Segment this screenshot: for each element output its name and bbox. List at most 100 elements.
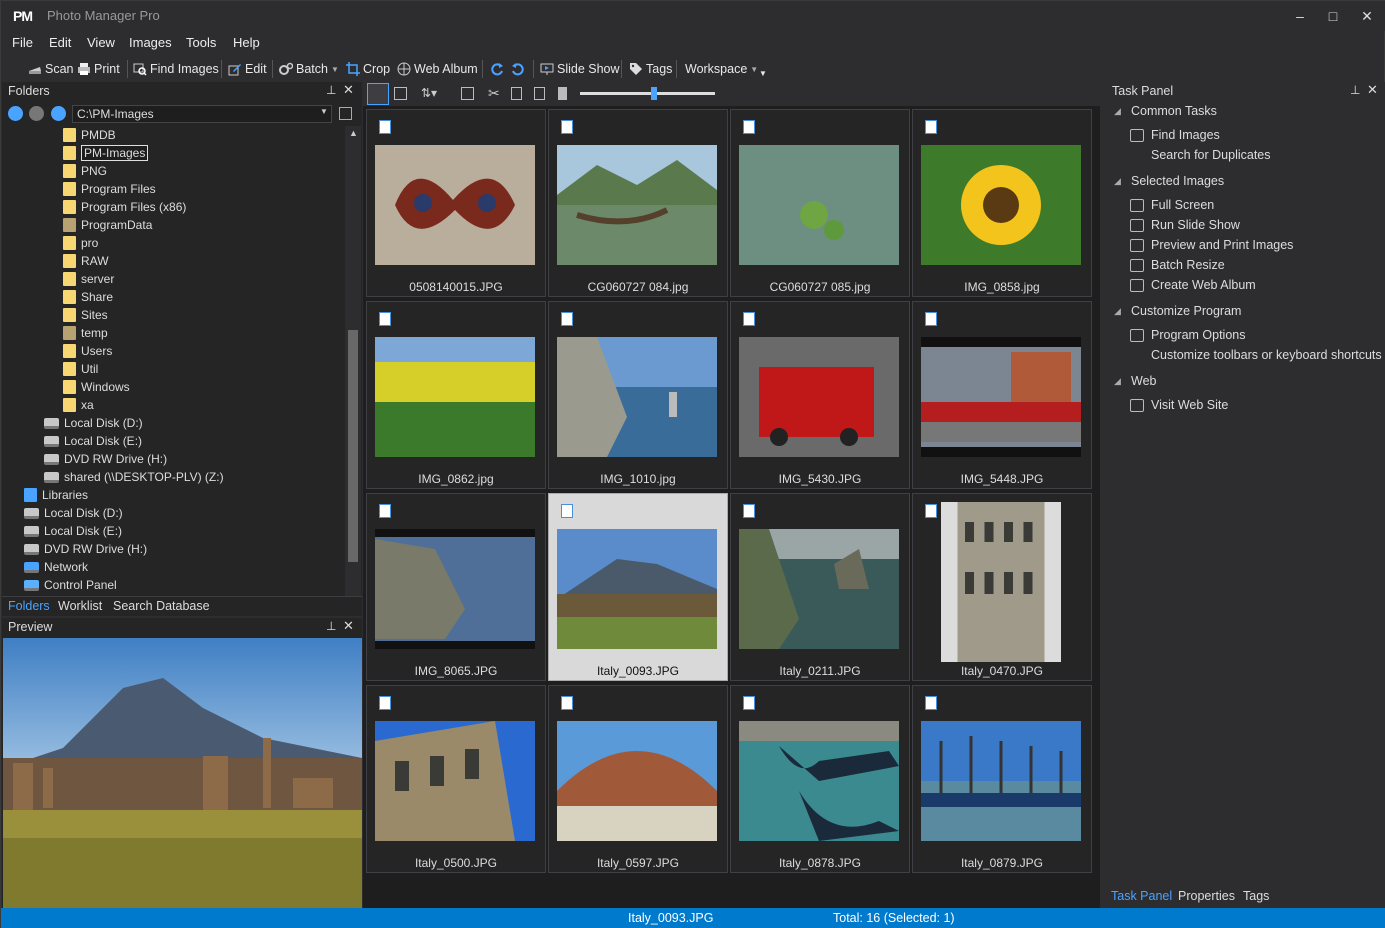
thumbnail-cell[interactable]: Italy_0093.JPG [548, 493, 728, 681]
menu-view[interactable]: View [87, 35, 115, 50]
tree-item[interactable]: Network [24, 558, 88, 576]
task-item[interactable]: Run Slide Show [1130, 218, 1240, 232]
tree-item[interactable]: Share [63, 288, 113, 306]
task-item[interactable]: Find Images [1130, 128, 1220, 142]
tab-folders[interactable]: Folders [8, 599, 50, 613]
tree-item[interactable]: Windows [63, 378, 130, 396]
tree-item[interactable]: DVD RW Drive (H:) [24, 540, 147, 558]
refresh-icon[interactable] [339, 107, 352, 120]
tree-item[interactable]: Local Disk (D:) [44, 414, 143, 432]
thumbnail-cell[interactable]: Italy_0878.JPG [730, 685, 910, 873]
preview-close-icon[interactable]: ✕ [343, 618, 354, 634]
tags-button[interactable]: Tags [629, 60, 672, 78]
tree-item[interactable]: pro [63, 234, 98, 252]
menu-edit[interactable]: Edit [49, 35, 71, 50]
thumbnail-cell[interactable]: CG060727 084.jpg [548, 109, 728, 297]
zoom-slider-thumb[interactable] [651, 87, 658, 100]
workspace-button[interactable]: Workspace ▼ [685, 60, 758, 78]
tree-item[interactable]: Control Panel [24, 576, 117, 594]
tree-item[interactable]: Users [63, 342, 112, 360]
thumbnail-cell[interactable]: IMG_5430.JPG [730, 301, 910, 489]
maximize-button[interactable]: □ [1318, 5, 1348, 27]
task-section-header[interactable]: ◢ Common Tasks [1114, 104, 1217, 118]
scrollbar-thumb[interactable] [348, 330, 358, 562]
path-input[interactable]: C:\PM-Images [72, 105, 332, 123]
task-item[interactable]: Create Web Album [1130, 278, 1256, 292]
task-section-header[interactable]: ◢ Customize Program [1114, 304, 1241, 318]
rotate-left-button[interactable] [490, 60, 504, 78]
tree-item[interactable]: ProgramData [63, 216, 152, 234]
menu-tools[interactable]: Tools [186, 35, 216, 50]
tree-item[interactable]: Libraries [24, 486, 88, 504]
tree-item[interactable]: PMDB [63, 126, 116, 144]
find-images-button[interactable]: Find Images [133, 60, 219, 78]
thumbnail-cell[interactable]: IMG_0862.jpg [366, 301, 546, 489]
tab-properties[interactable]: Properties [1178, 889, 1235, 903]
tree-item[interactable]: PM-Images [63, 144, 149, 162]
details-view-icon[interactable] [394, 87, 407, 100]
tree-scrollbar[interactable]: ▲ [345, 126, 361, 596]
task-item[interactable]: Full Screen [1130, 198, 1214, 212]
scroll-up-icon[interactable]: ▲ [349, 128, 358, 138]
print-button[interactable]: Print [77, 60, 120, 78]
task-section-header[interactable]: ◢ Web [1114, 374, 1156, 388]
thumbnail-cell[interactable]: IMG_0858.jpg [912, 109, 1092, 297]
cut-icon[interactable]: ✂ [488, 85, 500, 102]
tab-worklist[interactable]: Worklist [58, 599, 102, 613]
tab-tags[interactable]: Tags [1243, 889, 1269, 903]
thumbnail-cell[interactable]: IMG_5448.JPG [912, 301, 1092, 489]
thumbnail-cell[interactable]: Italy_0500.JPG [366, 685, 546, 873]
thumbnail-cell[interactable]: 0508140015.JPG [366, 109, 546, 297]
task-item[interactable]: Batch Resize [1130, 258, 1225, 272]
back-icon[interactable] [8, 106, 23, 121]
forward-icon[interactable] [29, 106, 44, 121]
paste-icon[interactable] [534, 87, 545, 100]
task-item[interactable]: Search for Duplicates [1130, 148, 1271, 162]
tree-item[interactable]: Util [63, 360, 98, 378]
sort-icon[interactable]: ⇅▾ [421, 86, 437, 100]
tree-item[interactable]: Local Disk (E:) [44, 432, 142, 450]
slide-show-button[interactable]: Slide Show [540, 60, 620, 78]
tree-item[interactable]: xa [63, 396, 94, 414]
scan-button[interactable]: Scan [28, 60, 74, 78]
pin-icon[interactable]: ⊥ [326, 83, 336, 97]
tab-search-database[interactable]: Search Database [113, 599, 210, 613]
close-panel-icon[interactable]: ✕ [343, 82, 354, 98]
menu-file[interactable]: File [12, 35, 33, 50]
thumbnail-view-icon[interactable] [367, 83, 389, 105]
batch-button[interactable]: Batch ▼ [279, 60, 339, 78]
task-item[interactable]: Customize toolbars or keyboard shortcuts [1130, 348, 1382, 362]
tree-item[interactable]: server [63, 270, 114, 288]
minimize-button[interactable]: – [1285, 5, 1315, 27]
tab-task-panel[interactable]: Task Panel [1111, 889, 1172, 903]
workspace-dropdown-icon[interactable]: ▼ [750, 65, 758, 74]
task-item[interactable]: Visit Web Site [1130, 398, 1228, 412]
tree-item[interactable]: RAW [63, 252, 109, 270]
collapse-triangle-icon[interactable]: ◢ [1114, 176, 1124, 187]
zoom-slider[interactable] [580, 87, 715, 100]
thumbnail-cell[interactable]: Italy_0597.JPG [548, 685, 728, 873]
tree-item[interactable]: shared (\\DESKTOP-PLV) (Z:) [44, 468, 224, 486]
menu-images[interactable]: Images [129, 35, 172, 50]
close-button[interactable]: ✕ [1352, 5, 1382, 27]
rotate-right-button[interactable] [511, 60, 525, 78]
tree-item[interactable]: temp [63, 324, 108, 342]
thumbnail-cell[interactable]: Italy_0211.JPG [730, 493, 910, 681]
delete-icon[interactable] [558, 87, 567, 100]
new-folder-icon[interactable] [461, 87, 474, 100]
tree-item[interactable]: Sites [63, 306, 108, 324]
thumbnail-cell[interactable]: Italy_0470.JPG [912, 493, 1092, 681]
task-section-header[interactable]: ◢ Selected Images [1114, 174, 1224, 188]
thumbnail-cell[interactable]: IMG_8065.JPG [366, 493, 546, 681]
path-dropdown-icon[interactable]: ▼ [320, 107, 328, 116]
tree-item[interactable]: DVD RW Drive (H:) [44, 450, 167, 468]
batch-dropdown-icon[interactable]: ▼ [331, 65, 339, 74]
thumbnail-cell[interactable]: CG060727 085.jpg [730, 109, 910, 297]
collapse-triangle-icon[interactable]: ◢ [1114, 376, 1124, 387]
task-item[interactable]: Program Options [1130, 328, 1245, 342]
tree-item[interactable]: Local Disk (E:) [24, 522, 122, 540]
thumbnail-cell[interactable]: Italy_0879.JPG [912, 685, 1092, 873]
collapse-triangle-icon[interactable]: ◢ [1114, 106, 1124, 117]
web-album-button[interactable]: Web Album [397, 60, 478, 78]
crop-button[interactable]: Crop [346, 60, 390, 78]
